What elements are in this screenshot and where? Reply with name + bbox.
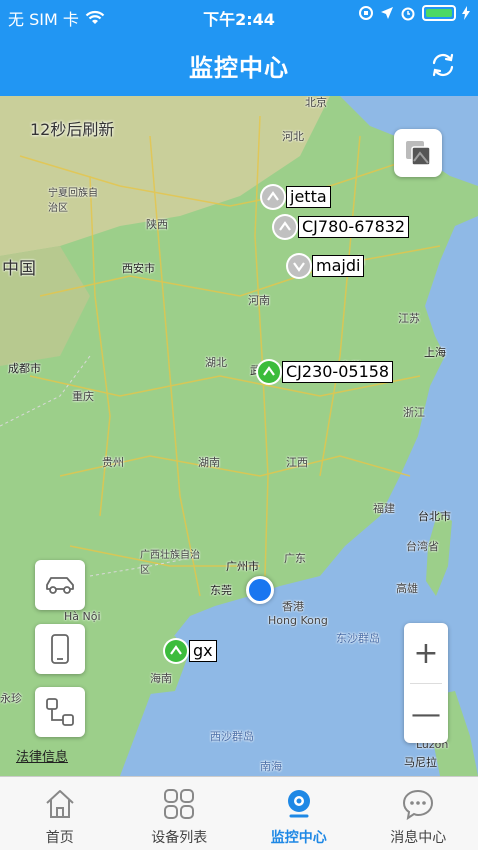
legal-info-link[interactable]: 法律信息: [16, 746, 68, 765]
device-label: majdi: [312, 255, 365, 277]
map-label-nanhai: 南海: [260, 760, 282, 773]
map-layers-button[interactable]: [394, 129, 442, 177]
map-label-hubei: 湖北: [205, 356, 227, 369]
map-label-dongsha: 东沙群岛: [336, 632, 380, 645]
map-label-laos: 永珍: [0, 692, 22, 705]
tab-label: 首页: [45, 830, 74, 846]
grid-icon: [164, 789, 195, 819]
route-button[interactable]: [35, 687, 85, 737]
map-label-xian: 西安市: [122, 262, 155, 275]
device-label: CJ230-05158: [282, 361, 394, 383]
zoom-in-button[interactable]: +: [404, 623, 448, 683]
location-arrow-icon: [381, 7, 393, 19]
map-label-gaoxiong: 高雄: [396, 582, 418, 595]
tab-message-center[interactable]: 消息中心: [359, 777, 478, 850]
map-label-jiangsu: 江苏: [398, 312, 420, 325]
map-label-taibei: 台北市: [418, 510, 451, 523]
device-label: jetta: [286, 186, 331, 208]
device-marker-gx[interactable]: gx: [165, 640, 217, 662]
phone-icon: [51, 634, 69, 664]
battery-fill: [426, 9, 452, 17]
map-label-hebei: 河北: [282, 130, 304, 143]
tab-label: 设备列表: [151, 830, 208, 846]
device-marker-majdi[interactable]: majdi: [288, 255, 365, 277]
refresh-button[interactable]: [426, 48, 460, 82]
tab-monitor-center[interactable]: 监控中心: [239, 777, 359, 850]
current-location-dot: [246, 576, 274, 604]
home-icon: [46, 790, 74, 818]
refresh-icon: [432, 53, 454, 77]
map-label-hanoi: Hà Nội: [64, 610, 101, 623]
map-label-hainan: 海南: [150, 672, 172, 685]
map-label-hongkong: Hong Kong: [268, 614, 328, 627]
map-label-chengdu: 成都市: [8, 362, 41, 375]
map-label-china: 中国: [2, 259, 36, 279]
car-locate-button[interactable]: [35, 560, 85, 610]
nav-bar: 监控中心: [0, 33, 478, 96]
device-online-icon: [258, 361, 280, 383]
orientation-lock-icon: [359, 6, 373, 20]
map-label-zhejiang: 浙江: [403, 406, 425, 419]
zoom-control: + —: [404, 623, 448, 743]
tab-label: 监控中心: [270, 830, 327, 846]
message-icon: [403, 789, 434, 821]
device-marker-cj780[interactable]: CJ780-67832: [274, 216, 410, 238]
map-label-shanghai: 上海: [424, 346, 446, 359]
tab-device-list[interactable]: 设备列表: [120, 777, 240, 850]
map-label-guangxi: 广西壮族自治区: [140, 550, 200, 576]
map-label-manila: 马尼拉: [404, 756, 437, 769]
status-bar: 无 SIM 卡 下午2:44: [0, 0, 478, 33]
map-label-guangzhou: 广州市: [226, 560, 259, 573]
map-label-henan: 河南: [248, 294, 270, 307]
device-online-icon: [165, 640, 187, 662]
device-offline-icon: [262, 186, 284, 208]
tab-bar: 首页 设备列表 监控中心 消息中心: [0, 776, 478, 850]
alarm-icon: [401, 7, 415, 21]
map-label-taiwan: 台湾省: [406, 540, 439, 553]
device-label: gx: [189, 640, 217, 662]
tab-home[interactable]: 首页: [0, 777, 120, 850]
map-label-hunan: 湖南: [198, 456, 220, 469]
device-offline-icon: [274, 216, 296, 238]
zoom-out-button[interactable]: —: [404, 684, 448, 744]
charging-icon: [462, 6, 470, 20]
map-label-chongqing: 重庆: [72, 390, 94, 403]
map-label-xisha: 西沙群岛: [210, 730, 254, 743]
map-label-jiangxi: 江西: [286, 456, 308, 469]
map-view[interactable]: 12秒后刷新 中国 北京 河北 宁夏回族自治区 陕西 西安市 河南 江苏 山 上…: [0, 96, 478, 776]
map-label-dongguan: 东莞: [210, 584, 232, 597]
car-icon: [46, 577, 74, 594]
device-offline-icon: [288, 255, 310, 277]
tab-label: 消息中心: [390, 830, 447, 846]
map-label-xianggang: 香港: [282, 600, 304, 613]
device-marker-cj230[interactable]: CJ230-05158: [258, 361, 394, 383]
battery-icon: [422, 5, 456, 21]
page-title: 监控中心: [189, 54, 289, 82]
route-icon: [46, 698, 74, 726]
monitor-icon: [287, 790, 310, 818]
map-layers-icon: [406, 141, 431, 166]
map-label-guizhou: 贵州: [102, 456, 124, 469]
map-label-fujian: 福建: [373, 502, 395, 515]
map-label-guangdong: 广东: [284, 552, 306, 565]
device-marker-jetta[interactable]: jetta: [262, 186, 331, 208]
map-label-shaanxi: 陕西: [146, 218, 168, 231]
map-label-ningxia: 宁夏回族自治区: [48, 188, 98, 214]
refresh-countdown: 12秒后刷新: [30, 120, 115, 139]
phone-locate-button[interactable]: [35, 624, 85, 674]
map-label-beijing: 北京: [305, 96, 327, 109]
device-label: CJ780-67832: [298, 216, 410, 238]
